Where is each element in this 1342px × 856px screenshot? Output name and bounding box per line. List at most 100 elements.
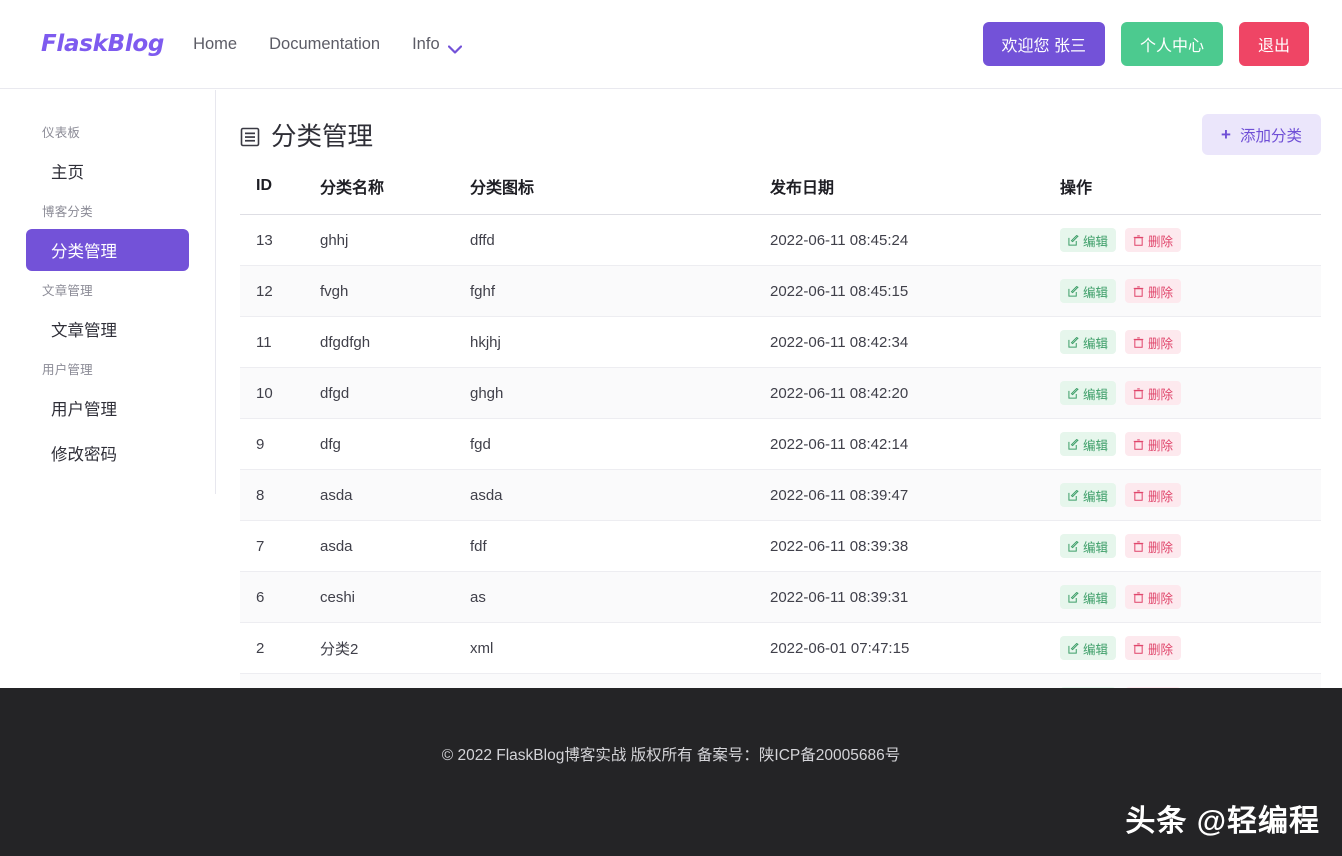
- cell-icon: fdf: [470, 521, 770, 572]
- edit-button[interactable]: 编辑: [1060, 534, 1116, 558]
- delete-label: 删除: [1148, 486, 1173, 505]
- delete-button[interactable]: 删除: [1125, 381, 1181, 405]
- brand-logo[interactable]: FlaskBlog: [41, 31, 164, 57]
- sidebar-heading-article-management: 文章管理: [0, 274, 215, 305]
- add-category-button[interactable]: + 添加分类: [1202, 114, 1321, 155]
- list-icon: [240, 125, 260, 145]
- top-navbar: FlaskBlog Home Documentation Info 欢迎您 张三…: [0, 0, 1342, 89]
- sidebar-item-change-password[interactable]: 修改密码: [26, 432, 189, 474]
- page-title-text: 分类管理: [271, 116, 373, 153]
- row-actions: 编辑 删除: [1060, 279, 1321, 303]
- edit-button[interactable]: 编辑: [1060, 483, 1116, 507]
- sidebar-heading-user-management: 用户管理: [0, 353, 215, 384]
- cell-icon: hkjhj: [470, 317, 770, 368]
- cell-icon: as: [470, 572, 770, 623]
- delete-button[interactable]: 删除: [1125, 483, 1181, 507]
- row-actions: 编辑删除: [1060, 585, 1321, 609]
- profile-center-button[interactable]: 个人中心: [1121, 22, 1223, 66]
- cell-name: ceshi: [320, 572, 470, 623]
- edit-icon: [1068, 337, 1079, 348]
- delete-label: 删除: [1148, 435, 1173, 454]
- table-row: 2分类2xml2022-06-01 07:47:15编辑删除: [240, 623, 1321, 674]
- table-row: 6ceshias2022-06-11 08:39:31编辑删除: [240, 572, 1321, 623]
- cell-id: 7: [240, 521, 320, 572]
- trash-icon: [1133, 235, 1144, 246]
- cell-date: 2022-06-11 08:42:14: [770, 419, 1060, 470]
- cell-actions: 编辑 删除: [1060, 470, 1321, 521]
- chevron-down-icon: [448, 40, 462, 49]
- trash-icon: [1133, 388, 1144, 399]
- edit-button[interactable]: 编辑: [1060, 381, 1116, 405]
- welcome-user-button[interactable]: 欢迎您 张三: [983, 22, 1105, 66]
- edit-label: 编辑: [1083, 537, 1108, 556]
- edit-button[interactable]: 编辑: [1060, 432, 1116, 456]
- cell-id: 12: [240, 266, 320, 317]
- edit-button[interactable]: 编辑: [1060, 636, 1116, 660]
- edit-button[interactable]: 编辑: [1060, 585, 1116, 609]
- column-header-name: 分类名称: [320, 162, 470, 215]
- column-header-id: ID: [240, 162, 320, 215]
- sidebar-item-category-management[interactable]: 分类管理: [26, 229, 189, 271]
- column-header-date: 发布日期: [770, 162, 1060, 215]
- cell-name: asda: [320, 470, 470, 521]
- cell-icon: asda: [470, 470, 770, 521]
- sidebar-heading-blog-category: 博客分类: [0, 195, 215, 226]
- cell-name: asda: [320, 521, 470, 572]
- delete-button[interactable]: 删除: [1125, 279, 1181, 303]
- cell-id: 6: [240, 572, 320, 623]
- delete-label: 删除: [1148, 537, 1173, 556]
- table-header-row: ID 分类名称 分类图标 发布日期 操作: [240, 162, 1321, 215]
- edit-button[interactable]: 编辑: [1060, 330, 1116, 354]
- delete-label: 删除: [1148, 231, 1173, 250]
- edit-icon: [1068, 490, 1079, 501]
- delete-label: 删除: [1148, 282, 1173, 301]
- cell-date: 2022-06-01 07:47:15: [770, 623, 1060, 674]
- row-actions: 编辑删除: [1060, 636, 1321, 660]
- edit-icon: [1068, 388, 1079, 399]
- cell-actions: 编辑 删除: [1060, 419, 1321, 470]
- trash-icon: [1133, 286, 1144, 297]
- logout-button[interactable]: 退出: [1239, 22, 1309, 66]
- delete-button[interactable]: 删除: [1125, 585, 1181, 609]
- sidebar-item-article-management[interactable]: 文章管理: [26, 308, 189, 350]
- nav-link-documentation[interactable]: Documentation: [269, 35, 380, 54]
- row-actions: 编辑 删除: [1060, 381, 1321, 405]
- main-content: 分类管理 + 添加分类 ID 分类名称 分类图标 发布日期 操作 13ghhjd…: [216, 90, 1342, 790]
- cell-date: 2022-06-11 08:42:20: [770, 368, 1060, 419]
- edit-button[interactable]: 编辑: [1060, 228, 1116, 252]
- column-header-actions: 操作: [1060, 162, 1321, 215]
- sidebar-item-home[interactable]: 主页: [26, 150, 189, 192]
- edit-label: 编辑: [1083, 282, 1108, 301]
- table-row: 7asdafdf2022-06-11 08:39:38编辑删除: [240, 521, 1321, 572]
- delete-label: 删除: [1148, 384, 1173, 403]
- delete-button[interactable]: 删除: [1125, 636, 1181, 660]
- cell-date: 2022-06-11 08:42:34: [770, 317, 1060, 368]
- edit-icon: [1068, 643, 1079, 654]
- nav-link-home[interactable]: Home: [193, 35, 237, 54]
- delete-button[interactable]: 删除: [1125, 228, 1181, 252]
- nav-link-info[interactable]: Info: [412, 35, 462, 54]
- cell-icon: xml: [470, 623, 770, 674]
- cell-actions: 编辑删除: [1060, 317, 1321, 368]
- delete-button[interactable]: 删除: [1125, 534, 1181, 558]
- edit-label: 编辑: [1083, 639, 1108, 658]
- sidebar-item-user-management[interactable]: 用户管理: [26, 387, 189, 429]
- trash-icon: [1133, 439, 1144, 450]
- edit-button[interactable]: 编辑: [1060, 279, 1116, 303]
- cell-date: 2022-06-11 08:39:47: [770, 470, 1060, 521]
- edit-icon: [1068, 286, 1079, 297]
- page-title: 分类管理: [240, 116, 373, 153]
- cell-icon: dffd: [470, 215, 770, 266]
- row-actions: 编辑删除: [1060, 330, 1321, 354]
- category-table: ID 分类名称 分类图标 发布日期 操作 13ghhjdffd2022-06-1…: [240, 162, 1321, 725]
- add-category-label: 添加分类: [1240, 124, 1302, 146]
- delete-button[interactable]: 删除: [1125, 330, 1181, 354]
- edit-icon: [1068, 541, 1079, 552]
- delete-button[interactable]: 删除: [1125, 432, 1181, 456]
- cell-id: 13: [240, 215, 320, 266]
- cell-id: 2: [240, 623, 320, 674]
- edit-label: 编辑: [1083, 231, 1108, 250]
- cell-icon: fghf: [470, 266, 770, 317]
- edit-label: 编辑: [1083, 486, 1108, 505]
- table-row: 8asdaasda2022-06-11 08:39:47编辑删除: [240, 470, 1321, 521]
